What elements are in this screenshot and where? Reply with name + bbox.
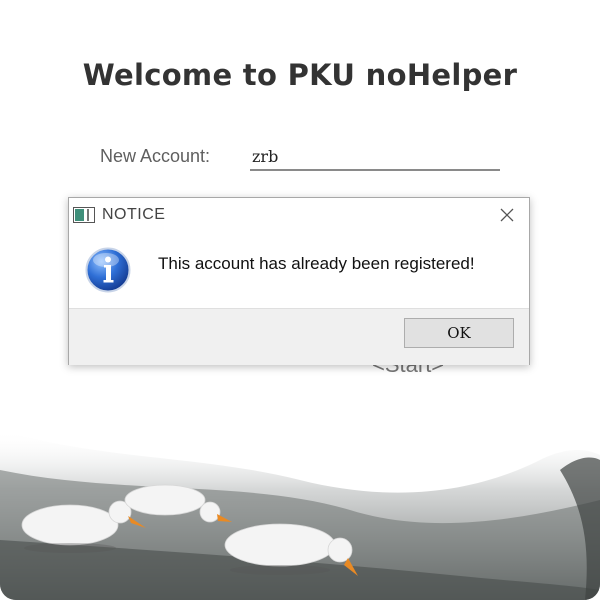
notice-dialog: NOTICE This account has already been reg… [68,197,530,365]
app-window-icon [73,207,95,223]
dialog-title: NOTICE [102,206,166,223]
dialog-titlebar: NOTICE [69,198,529,232]
dialog-message: This account has already been registered… [158,254,475,273]
dialog-footer: OK [69,308,529,365]
ducks-background-image [0,400,600,600]
page-title: Welcome to PKU noHelper [82,58,518,92]
close-icon[interactable] [499,207,515,223]
ok-button[interactable]: OK [404,318,514,348]
new-account-label: New Account: [100,146,211,166]
info-icon [85,247,131,293]
new-account-input[interactable] [250,143,500,171]
dialog-body: This account has already been registered… [69,232,529,308]
